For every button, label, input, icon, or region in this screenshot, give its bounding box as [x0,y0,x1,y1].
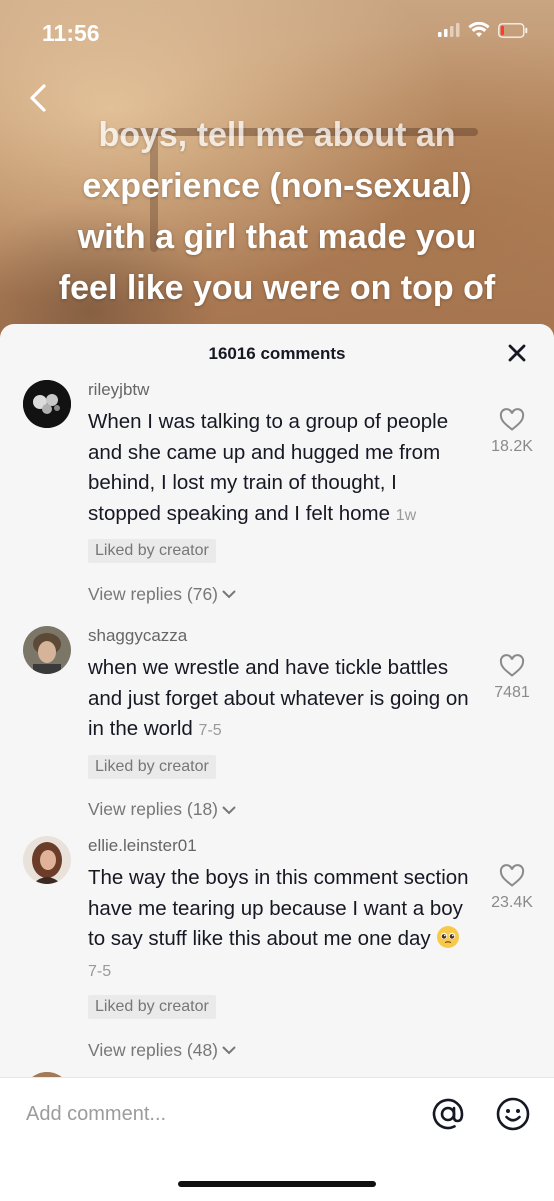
comment-text: when we wrestle and have tickle battles … [88,653,474,747]
avatar[interactable] [23,380,71,428]
battery-low-icon [498,22,528,38]
liked-by-creator-badge: Liked by creator [88,539,216,563]
close-icon [508,344,526,362]
close-button[interactable] [504,340,530,366]
caption-line: feel like you were on top of [58,269,496,307]
like-count: 7481 [494,684,530,701]
comment-username[interactable]: ellie.leinster01 [88,830,474,858]
add-comment-input[interactable] [24,1096,408,1132]
mention-button[interactable] [430,1096,466,1132]
chevron-down-icon [222,1046,236,1055]
liked-by-creator-badge: Liked by creator [88,754,216,779]
comment-body: when we wrestle and have tickle battles … [88,656,469,740]
like-count: 18.2K [491,438,533,455]
caption-line: experience (non-sexual) [82,167,472,205]
smiley-icon [496,1097,530,1131]
comment-body: The way the boys in this comment section… [88,866,469,950]
view-replies-label: View replies (76) [88,583,219,604]
liked-by-creator-badge: Liked by creator [88,995,216,1019]
at-icon [432,1098,464,1130]
status-time: 11:56 [42,20,100,46]
view-replies-button[interactable]: View replies (76) [88,581,474,607]
comments-sheet: 16016 comments rileyjbtw When I was talk… [0,324,554,1200]
comment-date: 1w [395,506,417,524]
comment-body: When I was talking to a group of people … [88,410,449,525]
comment-item: shaggycazza when we wrestle and have tic… [0,620,554,830]
avatar[interactable] [23,626,71,674]
comment-count: 16016 comments [208,344,346,363]
pleading-face-emoji-icon [437,926,460,948]
chevron-down-icon [222,805,236,814]
comment-username[interactable]: rileyjbtw [88,374,474,402]
like-count: 23.4K [491,894,533,911]
comment-date: 7-5 [198,722,222,739]
heart-outline-icon [499,408,525,431]
caption-line: boys, tell me about an [98,116,456,154]
heart-outline-icon [499,654,525,677]
comment-text: The way the boys in this comment section… [88,863,474,987]
like-button[interactable]: 18.2K [482,408,542,456]
status-bar: 11:56 [0,0,554,64]
avatar-image [23,626,71,674]
view-replies-label: View replies (48) [88,1039,219,1060]
wifi-icon [468,22,490,37]
view-replies-label: View replies (18) [88,799,219,819]
caption-line: with a girl that made you [77,218,477,256]
comment-date: 7-5 [88,962,112,980]
view-replies-button[interactable]: View replies (48) [88,1037,474,1063]
cellular-signal-icon [438,23,460,37]
status-icons [438,22,528,38]
comment-text: When I was talking to a group of people … [88,407,474,531]
avatar-image [23,836,71,884]
comment-item: ellie.leinster01 The way the boys in thi… [0,830,554,1070]
comment-item: rileyjbtw When I was talking to a group … [0,374,554,620]
home-indicator[interactable] [178,1181,376,1187]
avatar[interactable] [23,836,71,884]
heart-outline-icon [499,864,525,887]
like-button[interactable]: 23.4K [482,864,542,912]
like-button[interactable]: 7481 [482,654,542,702]
comment-list[interactable]: rileyjbtw When I was talking to a group … [0,374,554,1077]
avatar-image [23,380,71,428]
chevron-down-icon [222,590,236,599]
comment-username[interactable]: shaggycazza [88,620,474,648]
comment-item [0,1070,554,1077]
video-caption: boys, tell me about an experience (non-s… [10,110,544,314]
view-replies-button[interactable]: View replies (18) [88,797,474,823]
emoji-button[interactable] [495,1096,531,1132]
